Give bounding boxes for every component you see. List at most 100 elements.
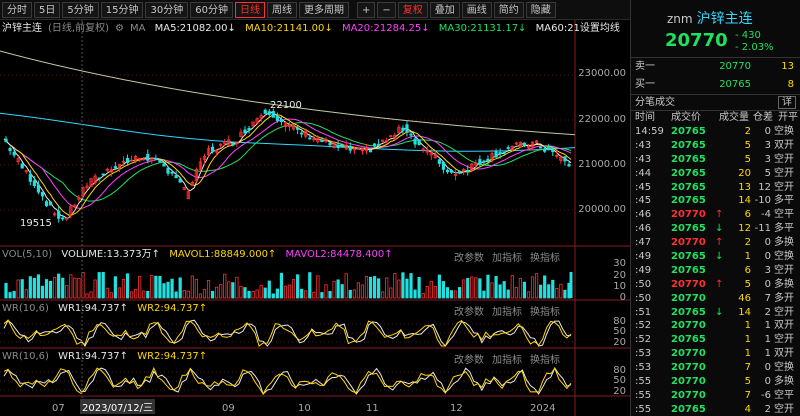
- tick-direction-arrow: ↑: [715, 209, 724, 221]
- tick-type: 空换: [774, 126, 794, 137]
- volume-bar: [462, 279, 466, 299]
- volume-bar: [190, 275, 194, 299]
- tick-price: 20770: [671, 389, 706, 401]
- candle-body: [547, 146, 551, 151]
- volume-bar: [223, 273, 227, 299]
- volume-bar: [48, 280, 53, 299]
- tick-volume: 1: [744, 320, 751, 332]
- wr1-add-indicator-button[interactable]: 加指标: [492, 307, 522, 318]
- tick-time: :53: [635, 362, 652, 374]
- tick-row: :55 20770 7 -6 空平: [631, 389, 800, 403]
- volume-bar: [105, 287, 109, 299]
- volume-bar: [231, 282, 235, 299]
- draw-line-button[interactable]: 画线: [461, 1, 492, 18]
- tick-row: :47 20770 ↑ 2 0 多换: [631, 236, 800, 250]
- tick-volume: 1: [744, 348, 751, 360]
- ticks-list[interactable]: 14:59 20765 2 0 空换:43 20765 5 3 双开:43 20765 5 3 空开:4…: [631, 125, 800, 416]
- tick-price: 20765: [671, 195, 706, 207]
- ma60-value: MA60:21: [535, 23, 580, 34]
- tick-oi-change: 2: [764, 306, 771, 318]
- vol-add-indicator-button[interactable]: 加指标: [492, 253, 522, 264]
- zoom-in-button[interactable]: +: [356, 1, 376, 18]
- volume-bar: [166, 281, 170, 299]
- tab-fenshi[interactable]: 分时: [2, 1, 32, 18]
- kline-chart-area[interactable]: 沪锌主连 (日线,前复权) ⚙ MA MA5:21082.00↓ MA10:21141…: [0, 20, 630, 416]
- tab-30min[interactable]: 30分钟: [145, 1, 189, 18]
- wr2-add-indicator-button[interactable]: 加指标: [492, 355, 522, 366]
- volume-bar: [381, 291, 385, 299]
- ma120-line: [0, 50, 576, 136]
- ma-settings-link[interactable]: 设置均线: [580, 23, 620, 34]
- tab-5day[interactable]: 5日: [34, 1, 61, 18]
- tick-price: 20770: [671, 209, 706, 221]
- vol-axis-label: 10: [613, 281, 626, 292]
- hide-button[interactable]: 隐藏: [525, 1, 556, 18]
- price-info-row: 沪锌主连 (日线,前复权) ⚙ MA MA5:21082.00↓ MA10:21141…: [2, 22, 626, 36]
- adjust-button[interactable]: 复权: [397, 1, 428, 18]
- wr1-switch-indicator-button[interactable]: 换指标: [530, 307, 560, 318]
- tick-time: :50: [635, 292, 652, 304]
- candle-body: [372, 143, 377, 147]
- tick-oi-change: 3: [764, 264, 771, 276]
- wr2-modify-params-button[interactable]: 改参数: [454, 355, 484, 366]
- volume-bar: [372, 276, 377, 299]
- candle-body: [539, 146, 543, 149]
- more-periods-button[interactable]: 更多周期: [298, 1, 349, 18]
- candle-body: [61, 217, 65, 220]
- volume-bar: [129, 291, 134, 299]
- candle-body: [40, 191, 45, 197]
- tab-daily[interactable]: 日线: [234, 1, 265, 18]
- tick-oi-change: 3: [764, 153, 771, 165]
- volume-bar: [534, 273, 539, 299]
- tick-row: :53 20770 7 0 空换: [631, 361, 800, 375]
- candle-body: [174, 175, 178, 179]
- volume-bar: [32, 277, 36, 299]
- tick-price: 20765: [671, 251, 706, 263]
- volume-bar: [154, 275, 158, 299]
- candle-body: [166, 167, 170, 174]
- volume-bar: [466, 278, 470, 299]
- volume-bar: [514, 287, 518, 299]
- tick-oi-change: 12: [758, 181, 771, 193]
- candle-body: [377, 143, 381, 146]
- zoom-out-button[interactable]: −: [377, 1, 396, 18]
- volume-bar: [470, 276, 474, 299]
- date-label: 07: [52, 403, 65, 414]
- vol-switch-indicator-button[interactable]: 换指标: [530, 253, 560, 264]
- vol-modify-params-button[interactable]: 改参数: [454, 253, 484, 264]
- tick-time: :55: [635, 376, 652, 388]
- tick-time: :43: [635, 153, 652, 165]
- candle-body: [32, 180, 36, 186]
- tick-price: 20770: [671, 348, 706, 360]
- tab-60min[interactable]: 60分钟: [190, 1, 233, 18]
- tick-oi-change: 0: [764, 376, 771, 388]
- tick-type: 空开: [774, 403, 794, 415]
- volume-bar: [125, 273, 130, 299]
- volume-bar: [417, 277, 421, 299]
- tick-price: 20765: [671, 139, 706, 151]
- tab-15min[interactable]: 15分钟: [100, 1, 144, 18]
- tick-volume: 4: [744, 403, 751, 415]
- tick-direction-arrow: [715, 333, 727, 347]
- wr1-modify-params-button[interactable]: 改参数: [454, 307, 484, 318]
- candle-body: [279, 119, 284, 123]
- simple-button[interactable]: 简约: [493, 1, 524, 18]
- volume-bar: [494, 276, 498, 299]
- candle-body: [494, 151, 498, 158]
- tab-5min[interactable]: 5分钟: [62, 1, 99, 18]
- volume-bar: [312, 291, 316, 299]
- volume-bar: [69, 274, 73, 299]
- tab-weekly[interactable]: 周线: [266, 1, 297, 18]
- ma-gear-icon[interactable]: ⚙: [115, 23, 124, 34]
- wr2-switch-indicator-button[interactable]: 换指标: [530, 355, 560, 366]
- candle-body: [231, 143, 235, 146]
- volume-bar: [486, 274, 490, 299]
- change-percent: - 2.03%: [735, 42, 774, 53]
- volume-bar: [409, 273, 413, 299]
- overlay-button[interactable]: 叠加: [429, 1, 460, 18]
- detail-button[interactable]: 详: [778, 96, 796, 109]
- volume-bar: [251, 291, 255, 299]
- tick-direction-arrow: [715, 389, 727, 403]
- candle-body: [551, 149, 555, 153]
- tick-time: :55: [635, 403, 652, 415]
